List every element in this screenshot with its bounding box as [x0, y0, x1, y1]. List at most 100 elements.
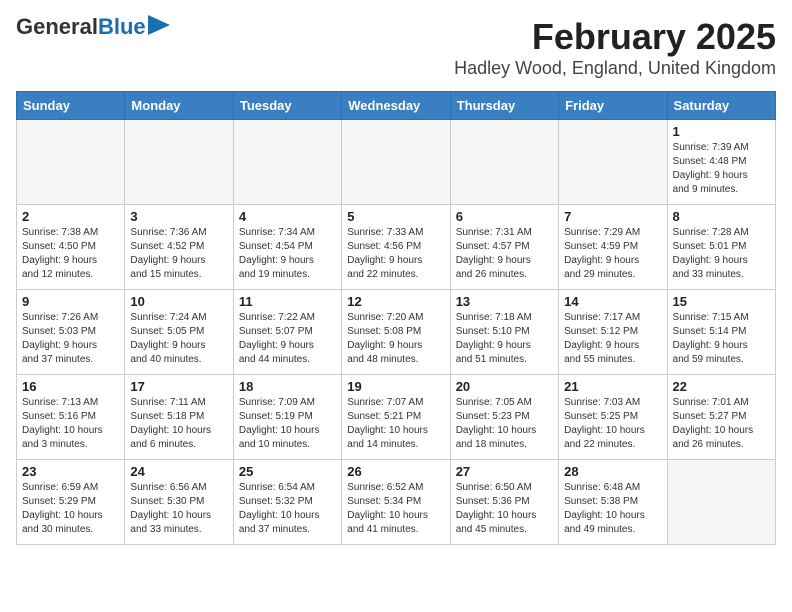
page-container: GeneralBlue February 2025 Hadley Wood, E… — [0, 0, 792, 555]
day-number: 10 — [130, 294, 227, 309]
table-row: 24Sunrise: 6:56 AM Sunset: 5:30 PM Dayli… — [125, 460, 233, 545]
table-row — [17, 120, 125, 205]
day-number: 19 — [347, 379, 444, 394]
day-info: Sunrise: 7:13 AM Sunset: 5:16 PM Dayligh… — [22, 396, 119, 452]
col-tuesday: Tuesday — [233, 92, 341, 120]
table-row — [342, 120, 450, 205]
day-number: 5 — [347, 209, 444, 224]
logo: GeneralBlue — [16, 16, 170, 38]
day-number: 21 — [564, 379, 661, 394]
table-row — [559, 120, 667, 205]
day-info: Sunrise: 6:54 AM Sunset: 5:32 PM Dayligh… — [239, 481, 336, 537]
day-info: Sunrise: 7:18 AM Sunset: 5:10 PM Dayligh… — [456, 311, 553, 367]
day-info: Sunrise: 7:36 AM Sunset: 4:52 PM Dayligh… — [130, 226, 227, 282]
day-info: Sunrise: 7:38 AM Sunset: 4:50 PM Dayligh… — [22, 226, 119, 282]
day-number: 13 — [456, 294, 553, 309]
week-row-3: 9 Sunrise: 7:26 AM Sunset: 5:03 PM Daylig… — [17, 290, 776, 375]
day-number: 18 — [239, 379, 336, 394]
table-row: 21 Sunrise: 7:03 AM Sunset: 5:25 PM Dayli… — [559, 375, 667, 460]
day-number: 6 — [456, 209, 553, 224]
day-info: Sunrise: 6:56 AM Sunset: 5:30 PM Dayligh… — [130, 481, 227, 537]
table-row: 12 Sunrise: 7:20 AM Sunset: 5:08 PM Dayli… — [342, 290, 450, 375]
col-friday: Friday — [559, 92, 667, 120]
logo-text: GeneralBlue — [16, 16, 146, 38]
week-row-4: 16 Sunrise: 7:13 AM Sunset: 5:16 PM Dayli… — [17, 375, 776, 460]
day-info: Sunrise: 7:15 AM Sunset: 5:14 PM Dayligh… — [673, 311, 770, 367]
day-number: 14 — [564, 294, 661, 309]
table-row: 19Sunrise: 7:07 AM Sunset: 5:21 PM Dayli… — [342, 375, 450, 460]
table-row — [125, 120, 233, 205]
day-number: 20 — [456, 379, 553, 394]
week-row-5: 23 Sunrise: 6:59 AM Sunset: 5:29 PM Dayli… — [17, 460, 776, 545]
day-number: 8 — [673, 209, 770, 224]
col-monday: Monday — [125, 92, 233, 120]
table-row: 20 Sunrise: 7:05 AM Sunset: 5:23 PM Dayli… — [450, 375, 558, 460]
day-info: Sunrise: 7:05 AM Sunset: 5:23 PM Dayligh… — [456, 396, 553, 452]
table-row: 17Sunrise: 7:11 AM Sunset: 5:18 PM Dayli… — [125, 375, 233, 460]
day-number: 1 — [673, 124, 770, 139]
day-info: Sunrise: 6:59 AM Sunset: 5:29 PM Dayligh… — [22, 481, 119, 537]
calendar-table: Sunday Monday Tuesday Wednesday Thursday… — [16, 91, 776, 545]
week-row-1: 1 Sunrise: 7:39 AM Sunset: 4:48 PM Daylig… — [17, 120, 776, 205]
day-number: 23 — [22, 464, 119, 479]
col-sunday: Sunday — [17, 92, 125, 120]
day-number: 7 — [564, 209, 661, 224]
day-number: 25 — [239, 464, 336, 479]
day-number: 11 — [239, 294, 336, 309]
day-info: Sunrise: 6:48 AM Sunset: 5:38 PM Dayligh… — [564, 481, 661, 537]
table-row: 22 Sunrise: 7:01 AM Sunset: 5:27 PM Dayli… — [667, 375, 775, 460]
title-block: February 2025 Hadley Wood, England, Unit… — [454, 16, 776, 79]
day-number: 3 — [130, 209, 227, 224]
day-info: Sunrise: 7:34 AM Sunset: 4:54 PM Dayligh… — [239, 226, 336, 282]
table-row: 5 Sunrise: 7:33 AM Sunset: 4:56 PM Daylig… — [342, 205, 450, 290]
col-thursday: Thursday — [450, 92, 558, 120]
table-row — [667, 460, 775, 545]
day-info: Sunrise: 7:01 AM Sunset: 5:27 PM Dayligh… — [673, 396, 770, 452]
col-saturday: Saturday — [667, 92, 775, 120]
table-row: 11 Sunrise: 7:22 AM Sunset: 5:07 PM Dayli… — [233, 290, 341, 375]
day-number: 16 — [22, 379, 119, 394]
table-row — [233, 120, 341, 205]
logo-blue: Blue — [98, 14, 146, 39]
calendar-title: February 2025 — [454, 16, 776, 58]
day-number: 27 — [456, 464, 553, 479]
week-row-2: 2 Sunrise: 7:38 AM Sunset: 4:50 PM Daylig… — [17, 205, 776, 290]
col-wednesday: Wednesday — [342, 92, 450, 120]
day-info: Sunrise: 7:24 AM Sunset: 5:05 PM Dayligh… — [130, 311, 227, 367]
day-info: Sunrise: 6:50 AM Sunset: 5:36 PM Dayligh… — [456, 481, 553, 537]
table-row: 8Sunrise: 7:28 AM Sunset: 5:01 PM Daylig… — [667, 205, 775, 290]
table-row: 1 Sunrise: 7:39 AM Sunset: 4:48 PM Daylig… — [667, 120, 775, 205]
table-row: 18 Sunrise: 7:09 AM Sunset: 5:19 PM Dayli… — [233, 375, 341, 460]
day-info: Sunrise: 7:39 AM Sunset: 4:48 PM Dayligh… — [673, 141, 770, 197]
day-info: Sunrise: 7:29 AM Sunset: 4:59 PM Dayligh… — [564, 226, 661, 282]
day-info: Sunrise: 7:22 AM Sunset: 5:07 PM Dayligh… — [239, 311, 336, 367]
day-number: 26 — [347, 464, 444, 479]
table-row: 15 Sunrise: 7:15 AM Sunset: 5:14 PM Dayli… — [667, 290, 775, 375]
table-row: 23 Sunrise: 6:59 AM Sunset: 5:29 PM Dayli… — [17, 460, 125, 545]
day-number: 17 — [130, 379, 227, 394]
table-row: 25 Sunrise: 6:54 AM Sunset: 5:32 PM Dayli… — [233, 460, 341, 545]
day-info: Sunrise: 7:33 AM Sunset: 4:56 PM Dayligh… — [347, 226, 444, 282]
day-info: Sunrise: 7:26 AM Sunset: 5:03 PM Dayligh… — [22, 311, 119, 367]
table-row: 27 Sunrise: 6:50 AM Sunset: 5:36 PM Dayli… — [450, 460, 558, 545]
table-row: 4 Sunrise: 7:34 AM Sunset: 4:54 PM Daylig… — [233, 205, 341, 290]
table-row: 2 Sunrise: 7:38 AM Sunset: 4:50 PM Daylig… — [17, 205, 125, 290]
calendar-subtitle: Hadley Wood, England, United Kingdom — [454, 58, 776, 79]
day-info: Sunrise: 7:03 AM Sunset: 5:25 PM Dayligh… — [564, 396, 661, 452]
day-number: 15 — [673, 294, 770, 309]
table-row: 14Sunrise: 7:17 AM Sunset: 5:12 PM Dayli… — [559, 290, 667, 375]
table-row: 16 Sunrise: 7:13 AM Sunset: 5:16 PM Dayli… — [17, 375, 125, 460]
day-number: 4 — [239, 209, 336, 224]
logo-general: General — [16, 14, 98, 39]
day-number: 9 — [22, 294, 119, 309]
day-number: 2 — [22, 209, 119, 224]
day-info: Sunrise: 7:31 AM Sunset: 4:57 PM Dayligh… — [456, 226, 553, 282]
page-header: GeneralBlue February 2025 Hadley Wood, E… — [16, 16, 776, 79]
table-row: 28 Sunrise: 6:48 AM Sunset: 5:38 PM Dayli… — [559, 460, 667, 545]
day-number: 12 — [347, 294, 444, 309]
day-info: Sunrise: 7:09 AM Sunset: 5:19 PM Dayligh… — [239, 396, 336, 452]
day-info: Sunrise: 7:20 AM Sunset: 5:08 PM Dayligh… — [347, 311, 444, 367]
calendar-header-row: Sunday Monday Tuesday Wednesday Thursday… — [17, 92, 776, 120]
day-number: 28 — [564, 464, 661, 479]
day-number: 22 — [673, 379, 770, 394]
